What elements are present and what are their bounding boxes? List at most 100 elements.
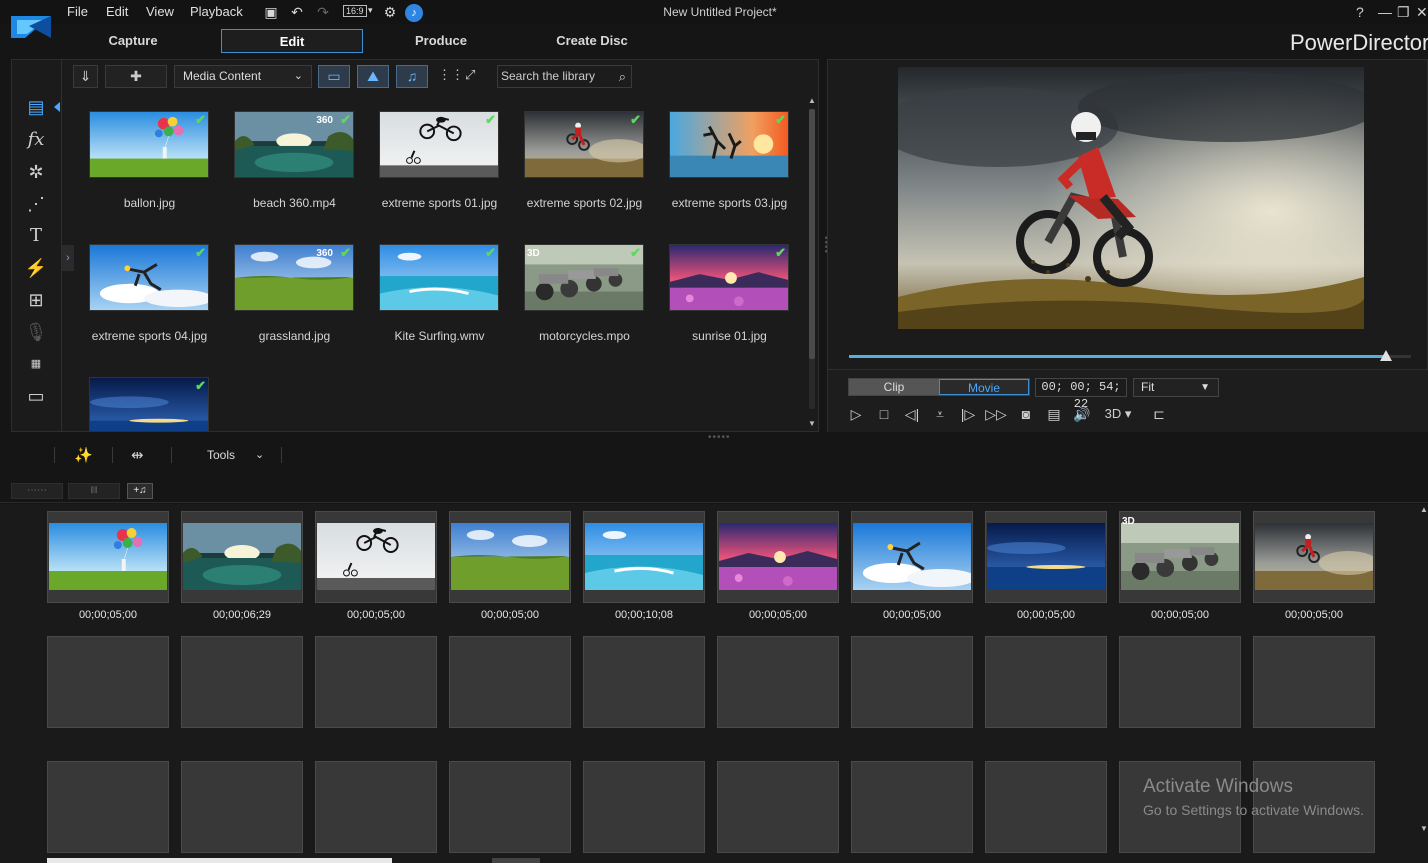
search-input[interactable]: Search the library ⌕ <box>497 65 632 88</box>
audio-filter-icon[interactable]: ♫ <box>396 65 428 88</box>
fullscreen-library-icon[interactable]: ⤢ <box>465 67 475 83</box>
volume-icon[interactable]: 🔊 <box>1071 404 1093 424</box>
magic-tools-icon[interactable]: ✨ <box>74 446 93 464</box>
empty-storyboard-slot[interactable] <box>851 761 973 853</box>
split-clip-icon[interactable]: ⇹ <box>131 446 144 464</box>
empty-storyboard-slot[interactable] <box>315 761 437 853</box>
library-media-item[interactable]: 3D ✔ motorcycles.mpo <box>497 227 644 357</box>
empty-storyboard-slot[interactable] <box>583 636 705 728</box>
storyboard-clip[interactable] <box>449 511 571 603</box>
empty-storyboard-slot[interactable] <box>449 761 571 853</box>
chevron-down-icon[interactable]: ⌄ <box>255 448 264 461</box>
empty-storyboard-slot[interactable] <box>985 761 1107 853</box>
empty-storyboard-slot[interactable] <box>47 761 169 853</box>
storyboard-clip[interactable] <box>717 511 839 603</box>
seek-bar[interactable] <box>849 350 1411 361</box>
close-button[interactable]: ✕ <box>1416 4 1428 21</box>
library-media-item[interactable]: ✔ extreme sports 04.jpg <box>62 227 209 357</box>
media-thumbnail[interactable]: ✔ <box>379 111 499 178</box>
seek-handle[interactable] <box>1379 350 1392 361</box>
storyboard-clip[interactable] <box>1253 511 1375 603</box>
previous-frame-icon[interactable]: ◁| <box>901 404 923 424</box>
storyboard-clip[interactable] <box>985 511 1107 603</box>
library-media-item[interactable]: ✔ ballon.jpg <box>62 94 209 224</box>
menu-file[interactable]: File <box>67 4 88 19</box>
menu-view[interactable]: View <box>146 4 174 19</box>
empty-storyboard-slot[interactable] <box>985 636 1107 728</box>
tools-menu-button[interactable]: Tools <box>207 448 235 462</box>
aspect-ratio-button[interactable]: 16:9 <box>343 5 367 17</box>
storyboard-horizontal-scrollbar[interactable] <box>47 858 392 863</box>
add-music-tab[interactable]: +♫ <box>127 483 153 499</box>
restore-button[interactable]: ❐ <box>1397 4 1410 21</box>
storyboard-clip[interactable] <box>181 511 303 603</box>
empty-storyboard-slot[interactable] <box>315 636 437 728</box>
tab-produce[interactable]: Produce <box>370 29 512 53</box>
media-thumbnail[interactable]: 3D ✔ <box>524 244 644 311</box>
media-thumbnail[interactable]: ✔ <box>379 244 499 311</box>
particle-room-icon[interactable]: ⋰ <box>24 193 48 215</box>
empty-storyboard-slot[interactable] <box>1119 636 1241 728</box>
snapshot-camera-icon[interactable]: ◙ <box>1015 404 1037 424</box>
storyboard-clip[interactable]: 3D <box>1119 511 1241 603</box>
audio-mixing-room-icon[interactable]: ⊞ <box>24 289 48 311</box>
media-thumbnail[interactable]: 360 ✔ <box>234 111 354 178</box>
library-media-item[interactable]: ✔ extreme sports 02.jpg <box>497 94 644 224</box>
media-thumbnail[interactable]: ✔ <box>669 244 789 311</box>
tab-create-disc[interactable]: Create Disc <box>521 29 663 53</box>
library-scrollbar[interactable]: ▲ ▼ <box>807 94 818 431</box>
media-thumbnail[interactable]: ✔ <box>89 111 209 178</box>
undock-preview-icon[interactable]: ⊏ <box>1148 404 1170 424</box>
scroll-down-icon[interactable]: ▼ <box>808 419 816 428</box>
timecode-display[interactable]: 00; 00; 54; 22 <box>1035 378 1127 411</box>
fx-room-icon[interactable]: fx <box>24 129 48 151</box>
storyboard-clip[interactable] <box>583 511 705 603</box>
view-mode-icon[interactable]: ⋮⋮ <box>438 67 464 83</box>
stop-icon[interactable]: □ <box>873 404 895 424</box>
scroll-up-icon[interactable]: ▲ <box>808 96 816 105</box>
library-media-item[interactable]: ✔ extreme sports 03.jpg <box>642 94 789 224</box>
storyboard-view-tab[interactable]: ⧚⧚ <box>68 483 120 499</box>
empty-storyboard-slot[interactable] <box>851 636 973 728</box>
scroll-down-icon[interactable]: ▼ <box>1420 824 1428 833</box>
clip-mode-button[interactable]: Clip <box>849 379 939 395</box>
zoom-fit-dropdown[interactable]: Fit ▼ <box>1133 378 1219 397</box>
storyboard-clip[interactable] <box>47 511 169 603</box>
pip-room-icon[interactable]: ✲ <box>24 161 48 183</box>
media-room-icon[interactable]: ▤ <box>24 96 48 118</box>
scroll-thumb[interactable] <box>809 109 815 359</box>
media-thumbnail[interactable]: ✔ <box>89 244 209 311</box>
next-frame-icon[interactable]: |▷ <box>957 404 979 424</box>
empty-storyboard-slot[interactable] <box>47 636 169 728</box>
transition-room-icon[interactable]: ⚡ <box>24 257 48 279</box>
library-media-item[interactable]: ✔ extreme sports 01.jpg <box>352 94 499 224</box>
minimize-button[interactable]: — <box>1378 4 1392 20</box>
mark-position-icon[interactable]: ⩡ <box>929 404 951 424</box>
search-icon[interactable]: ⌕ <box>619 66 626 87</box>
media-thumbnail[interactable]: ✔ <box>669 111 789 178</box>
play-icon[interactable]: ▷ <box>845 404 867 424</box>
subtitle-toggle-icon[interactable]: ▤ <box>1043 404 1065 424</box>
subtitle-room-icon[interactable]: ▭ <box>24 385 48 407</box>
menu-edit[interactable]: Edit <box>106 4 128 19</box>
redo-icon[interactable]: ↷ <box>314 4 332 20</box>
settings-gear-icon[interactable]: ⚙ <box>381 4 399 20</box>
library-media-item[interactable]: 360 ✔ grassland.jpg <box>207 227 354 357</box>
empty-storyboard-slot[interactable] <box>717 761 839 853</box>
chapter-room-icon[interactable]: ▦ <box>24 353 48 375</box>
library-media-item[interactable]: ✔ <box>62 360 209 431</box>
storyboard-clip[interactable] <box>851 511 973 603</box>
media-thumbnail[interactable]: ✔ <box>89 377 209 431</box>
three-d-toggle[interactable]: 3D ▾ <box>1102 404 1134 424</box>
notification-bell-icon[interactable]: ♪ <box>405 4 423 22</box>
undo-icon[interactable]: ↶ <box>288 4 306 20</box>
media-thumbnail[interactable]: 360 ✔ <box>234 244 354 311</box>
storyboard-scrollbar[interactable]: ▲ ▼ <box>1419 504 1428 863</box>
aspect-dropdown-icon[interactable]: ▾ <box>368 5 373 16</box>
scroll-up-icon[interactable]: ▲ <box>1420 505 1428 514</box>
empty-storyboard-slot[interactable] <box>583 761 705 853</box>
video-filter-icon[interactable]: ▭ <box>318 65 350 88</box>
empty-storyboard-slot[interactable] <box>1253 636 1375 728</box>
tab-capture[interactable]: Capture <box>62 29 204 53</box>
voice-over-room-icon[interactable]: 🎙 <box>24 321 48 343</box>
